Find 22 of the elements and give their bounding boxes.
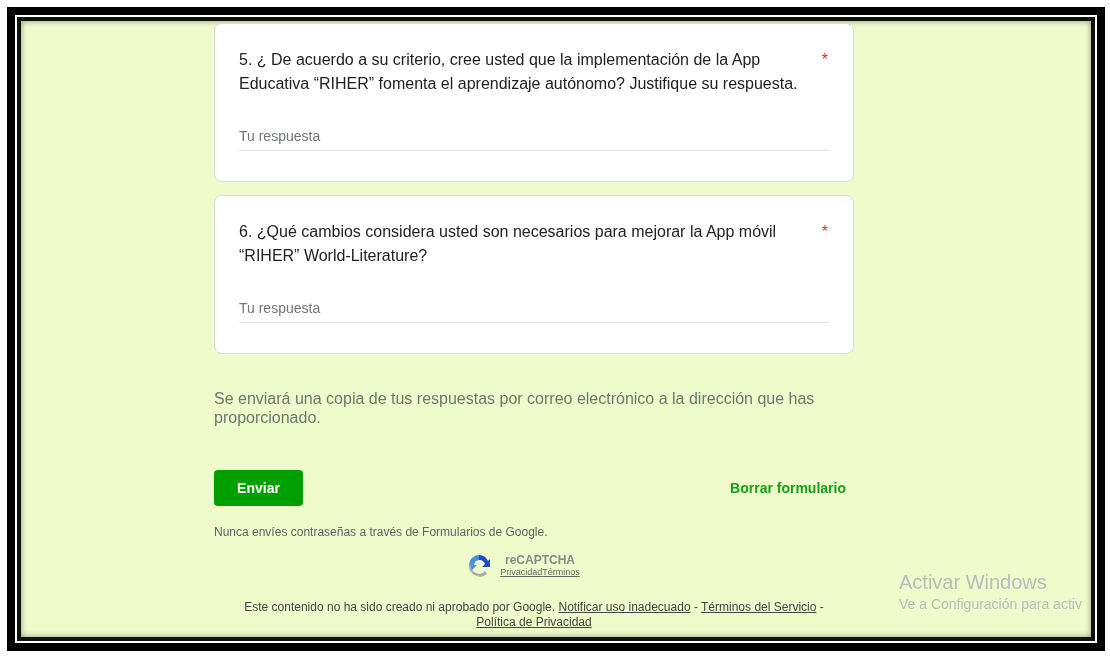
recaptcha-link[interactable]: Términos [542, 567, 580, 577]
activation-subtitle: Ve a Configuración para activ [899, 596, 1082, 612]
password-warning: Nunca envíes contraseñas a través de Formularios de Google. [214, 525, 549, 539]
footer-link[interactable]: Notificar uso inadecuado [558, 600, 691, 614]
submit-button[interactable]: Enviar [214, 470, 303, 506]
recaptcha-logo-icon [466, 553, 493, 577]
question-text: 5. ¿ De acuerdo a su criterio, cree usted que la implementación de la App Educativa “RIHER” fomenta el aprendizaje autónomo? Justifique su respuesta. [239, 50, 799, 94]
clear-form-link[interactable]: Borrar formulario [730, 480, 846, 496]
footer-link[interactable]: Política de Privacidad [476, 615, 592, 629]
answer-field[interactable]: Tu respuesta [239, 128, 829, 151]
required-mark: * [821, 50, 828, 70]
activation-title: Activar Windows [899, 571, 1048, 594]
link-separator: - [693, 600, 698, 614]
link-separator: - [819, 600, 824, 614]
question-text: 6. ¿Qué cambios considera usted son necesarios para mejorar la App móvil “RIHER” World-Literature? [239, 222, 778, 266]
answer-field[interactable]: Tu respuesta [239, 300, 829, 323]
recaptcha-link[interactable]: Privacidad [500, 567, 543, 577]
copy-notice: Se enviará una copia de tus respuestas por correo electrónico a la dirección que has proporcionado. [214, 389, 816, 427]
footer-link[interactable]: Términos del Servicio [701, 600, 817, 614]
footer-text: Este contenido no ha sido creado ni aprobado por Google. [244, 600, 556, 614]
recaptcha-title: reCAPTCHA [505, 553, 575, 567]
required-mark: * [821, 222, 828, 242]
